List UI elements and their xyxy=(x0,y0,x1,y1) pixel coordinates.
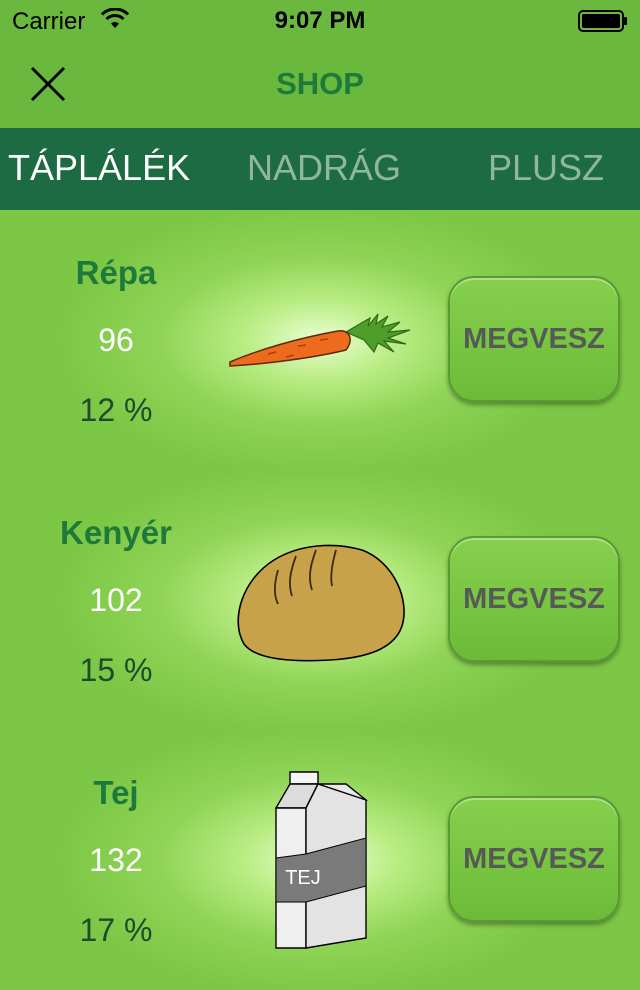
tab-plusz[interactable]: PLUSZ xyxy=(488,147,604,189)
close-icon[interactable] xyxy=(26,62,70,106)
tab-taplalek[interactable]: TÁPLÁLÉK xyxy=(8,147,190,189)
item-price: 102 xyxy=(89,582,143,618)
buy-button[interactable]: MEGVESZ xyxy=(448,796,620,922)
carrot-icon xyxy=(229,313,411,367)
buy-button[interactable]: MEGVESZ xyxy=(448,276,620,402)
item-name: Kenyér xyxy=(60,514,172,551)
page-title: SHOP xyxy=(276,66,364,101)
milk-carton-label: TEJ xyxy=(285,867,321,889)
bread-icon xyxy=(237,544,405,662)
buy-button[interactable]: MEGVESZ xyxy=(448,536,620,662)
item-percent: 12 % xyxy=(79,392,153,428)
shop-item-repa: Répa 96 12 % MEGVESZ xyxy=(0,210,640,470)
item-percent: 15 % xyxy=(79,652,153,688)
status-time: 9:07 PM xyxy=(274,7,366,34)
tab-nadrag[interactable]: NADRÁG xyxy=(247,147,401,189)
shop-item-tej: Tej 132 17 % TEJ MEGVESZ xyxy=(0,730,640,990)
item-price: 132 xyxy=(89,842,143,878)
item-percent: 17 % xyxy=(79,912,153,948)
category-tabs: TÁPLÁLÉK NADRÁG PLUSZ xyxy=(0,128,640,210)
shop-item-kenyer: Kenyér 102 15 % MEGVESZ xyxy=(0,470,640,730)
milk-carton-icon: TEJ xyxy=(274,771,368,949)
item-price: 96 xyxy=(98,322,134,358)
battery-icon xyxy=(578,10,627,32)
item-name: Répa xyxy=(75,254,157,291)
navigation-bar: SHOP xyxy=(0,40,640,128)
status-bar: Carrier 9:07 PM xyxy=(0,0,640,40)
item-name: Tej xyxy=(93,774,139,811)
shop-item-list: Répa 96 12 % MEGVESZ Kenyér 102 15 % MEG… xyxy=(0,210,640,990)
